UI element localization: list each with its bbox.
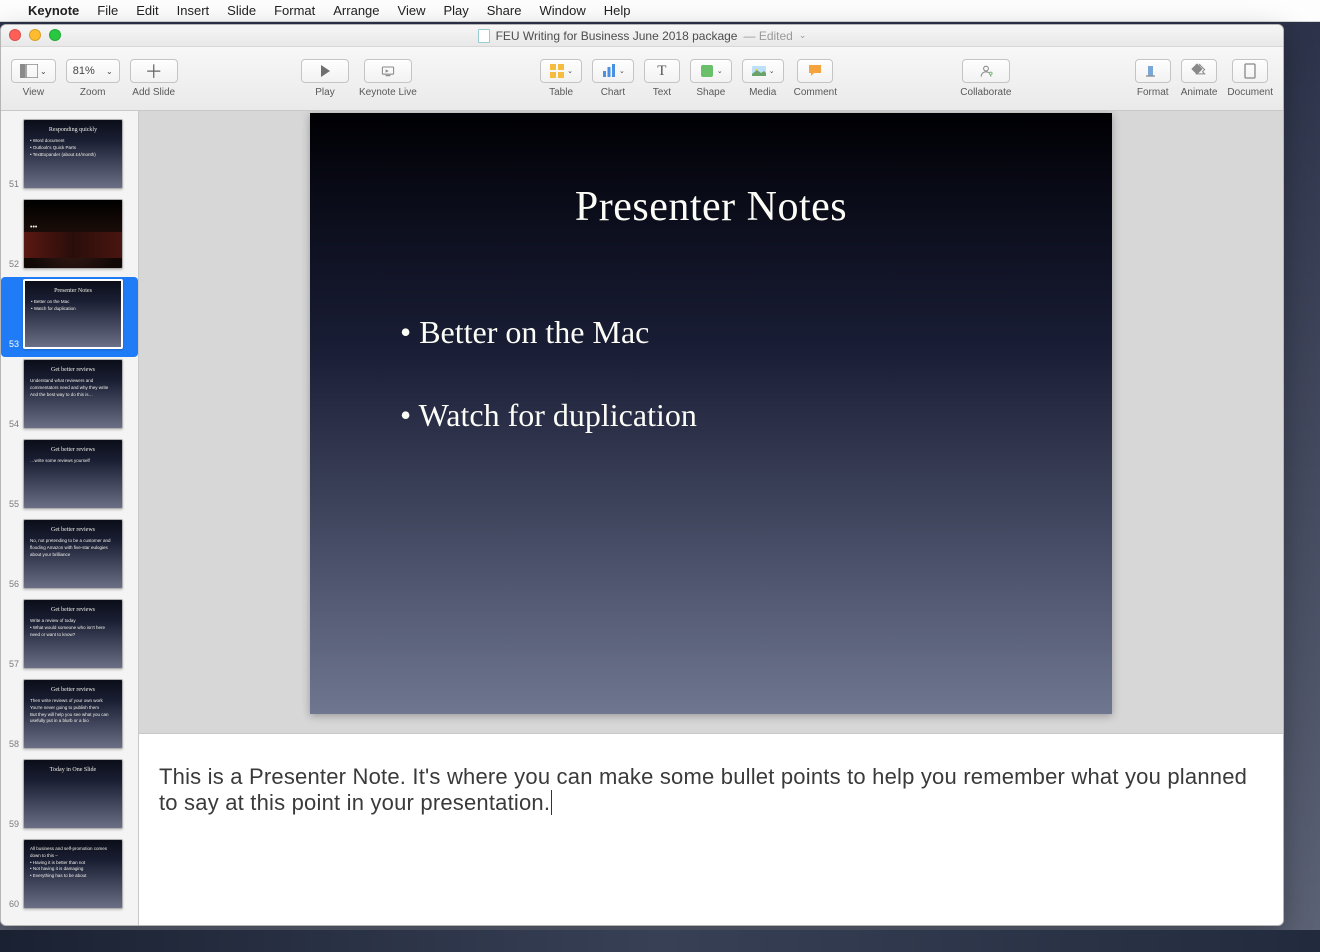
collaborate-button[interactable]	[962, 59, 1010, 83]
animate-label: Animate	[1181, 87, 1218, 98]
thumbnail-number: 58	[3, 739, 19, 749]
document-label: Document	[1227, 87, 1273, 98]
traffic-lights	[9, 29, 61, 41]
thumbnail-preview: Get better reviewsUnderstand what review…	[23, 359, 123, 429]
desktop-background	[0, 930, 1320, 952]
play-button[interactable]	[301, 59, 349, 83]
thumbnail-preview: Get better reviewsWrite a review of toda…	[23, 599, 123, 669]
menu-slide[interactable]: Slide	[227, 3, 256, 18]
toolbar: ⌄ View 81%⌄ Zoom ＋ Add Slide	[1, 47, 1283, 111]
shape-label: Shape	[696, 87, 725, 98]
table-label: Table	[549, 87, 573, 98]
slide-bullet[interactable]: Watch for duplication	[400, 374, 1022, 457]
mac-menu-bar: Keynote File Edit Insert Slide Format Ar…	[0, 0, 1320, 22]
add-slide-label: Add Slide	[132, 87, 175, 98]
slide-title[interactable]: Presenter Notes	[400, 183, 1022, 231]
comment-label: Comment	[794, 87, 837, 98]
collaborate-label: Collaborate	[960, 87, 1011, 98]
current-slide[interactable]: Presenter Notes Better on the Mac Watch …	[310, 113, 1112, 714]
minimize-button[interactable]	[29, 29, 41, 41]
menu-format[interactable]: Format	[274, 3, 315, 18]
format-label: Format	[1137, 87, 1169, 98]
menu-file[interactable]: File	[97, 3, 118, 18]
keynote-window: FEU Writing for Business June 2018 packa…	[0, 24, 1284, 926]
menu-share[interactable]: Share	[487, 3, 522, 18]
thumbnail-preview: Get better reviewsThen write reviews of …	[23, 679, 123, 749]
presenter-notes-text[interactable]: This is a Presenter Note. It's where you…	[159, 764, 1247, 815]
slide-thumbnail[interactable]: 59 Today in One Slide	[1, 757, 138, 837]
view-button[interactable]: ⌄	[11, 59, 56, 83]
comment-button[interactable]	[797, 59, 833, 83]
keynote-live-button[interactable]	[364, 59, 412, 83]
slide-thumbnail[interactable]: 52 •••	[1, 197, 138, 277]
slide-thumbnail[interactable]: 60 All business and self-promotion comes …	[1, 837, 138, 917]
thumbnail-number: 53	[3, 339, 19, 349]
shape-button[interactable]: ⌄	[690, 59, 732, 83]
slide-thumbnail[interactable]: 57 Get better reviewsWrite a review of to…	[1, 597, 138, 677]
chart-label: Chart	[601, 87, 625, 98]
text-button[interactable]: T	[644, 59, 680, 83]
thumbnail-number: 52	[3, 259, 19, 269]
document-button[interactable]	[1232, 59, 1268, 83]
slide-thumbnail[interactable]: 53 Presenter Notes• Better on the Mac• Wa…	[1, 277, 138, 357]
animate-button[interactable]	[1181, 59, 1217, 83]
format-button[interactable]	[1135, 59, 1171, 83]
menu-play[interactable]: Play	[443, 3, 468, 18]
slide-canvas[interactable]: Presenter Notes Better on the Mac Watch …	[139, 111, 1283, 733]
menu-edit[interactable]: Edit	[136, 3, 158, 18]
slide-navigator[interactable]: 51 Responding quickly• Word document• Out…	[1, 111, 139, 925]
thumbnail-number: 54	[3, 419, 19, 429]
document-icon	[478, 29, 490, 43]
thumbnail-preview: •••	[23, 199, 123, 269]
thumbnail-preview: All business and self-promotion comes do…	[23, 839, 123, 909]
play-label: Play	[315, 87, 334, 98]
keynote-live-label: Keynote Live	[359, 87, 417, 98]
zoom-button[interactable]: 81%⌄	[66, 59, 120, 83]
thumbnail-preview: Presenter Notes• Better on the Mac• Watc…	[23, 279, 123, 349]
thumbnail-preview: Get better reviews…write some reviews yo…	[23, 439, 123, 509]
table-button[interactable]: ⌄	[540, 59, 582, 83]
thumbnail-number: 55	[3, 499, 19, 509]
slide-thumbnail[interactable]: 55 Get better reviews…write some reviews …	[1, 437, 138, 517]
thumbnail-preview: Get better reviewsNo, not pretending to …	[23, 519, 123, 589]
text-label: Text	[653, 87, 671, 98]
menu-view[interactable]: View	[398, 3, 426, 18]
fullscreen-button[interactable]	[49, 29, 61, 41]
slide-body[interactable]: Better on the Mac Watch for duplication	[400, 291, 1022, 457]
media-label: Media	[749, 87, 776, 98]
media-button[interactable]: ⌄	[742, 59, 784, 83]
slide-bullet[interactable]: Better on the Mac	[400, 291, 1022, 374]
view-label: View	[23, 87, 45, 98]
thumbnail-preview: Today in One Slide	[23, 759, 123, 829]
window-title: FEU Writing for Business June 2018 packa…	[496, 29, 738, 43]
menu-insert[interactable]: Insert	[177, 3, 210, 18]
add-slide-button[interactable]: ＋	[130, 59, 178, 83]
menu-window[interactable]: Window	[539, 3, 585, 18]
thumbnail-number: 51	[3, 179, 19, 189]
slide-thumbnail[interactable]: 58 Get better reviewsThen write reviews o…	[1, 677, 138, 757]
thumbnail-number: 57	[3, 659, 19, 669]
app-menu[interactable]: Keynote	[28, 3, 79, 18]
edited-status: — Edited	[743, 29, 792, 43]
thumbnail-number: 56	[3, 579, 19, 589]
zoom-label: Zoom	[80, 87, 106, 98]
window-titlebar[interactable]: FEU Writing for Business June 2018 packa…	[1, 25, 1283, 47]
thumbnail-number: 60	[3, 899, 19, 909]
slide-thumbnail[interactable]: 51 Responding quickly• Word document• Out…	[1, 117, 138, 197]
menu-arrange[interactable]: Arrange	[333, 3, 379, 18]
slide-thumbnail[interactable]: 54 Get better reviewsUnderstand what revi…	[1, 357, 138, 437]
title-dropdown-icon[interactable]: ⌄	[799, 30, 807, 41]
slide-thumbnail[interactable]: 56 Get better reviewsNo, not pretending t…	[1, 517, 138, 597]
thumbnail-preview: Responding quickly• Word document• Outlo…	[23, 119, 123, 189]
menu-help[interactable]: Help	[604, 3, 631, 18]
chart-button[interactable]: ⌄	[592, 59, 634, 83]
close-button[interactable]	[9, 29, 21, 41]
presenter-notes[interactable]: This is a Presenter Note. It's where you…	[139, 733, 1283, 925]
thumbnail-number: 59	[3, 819, 19, 829]
